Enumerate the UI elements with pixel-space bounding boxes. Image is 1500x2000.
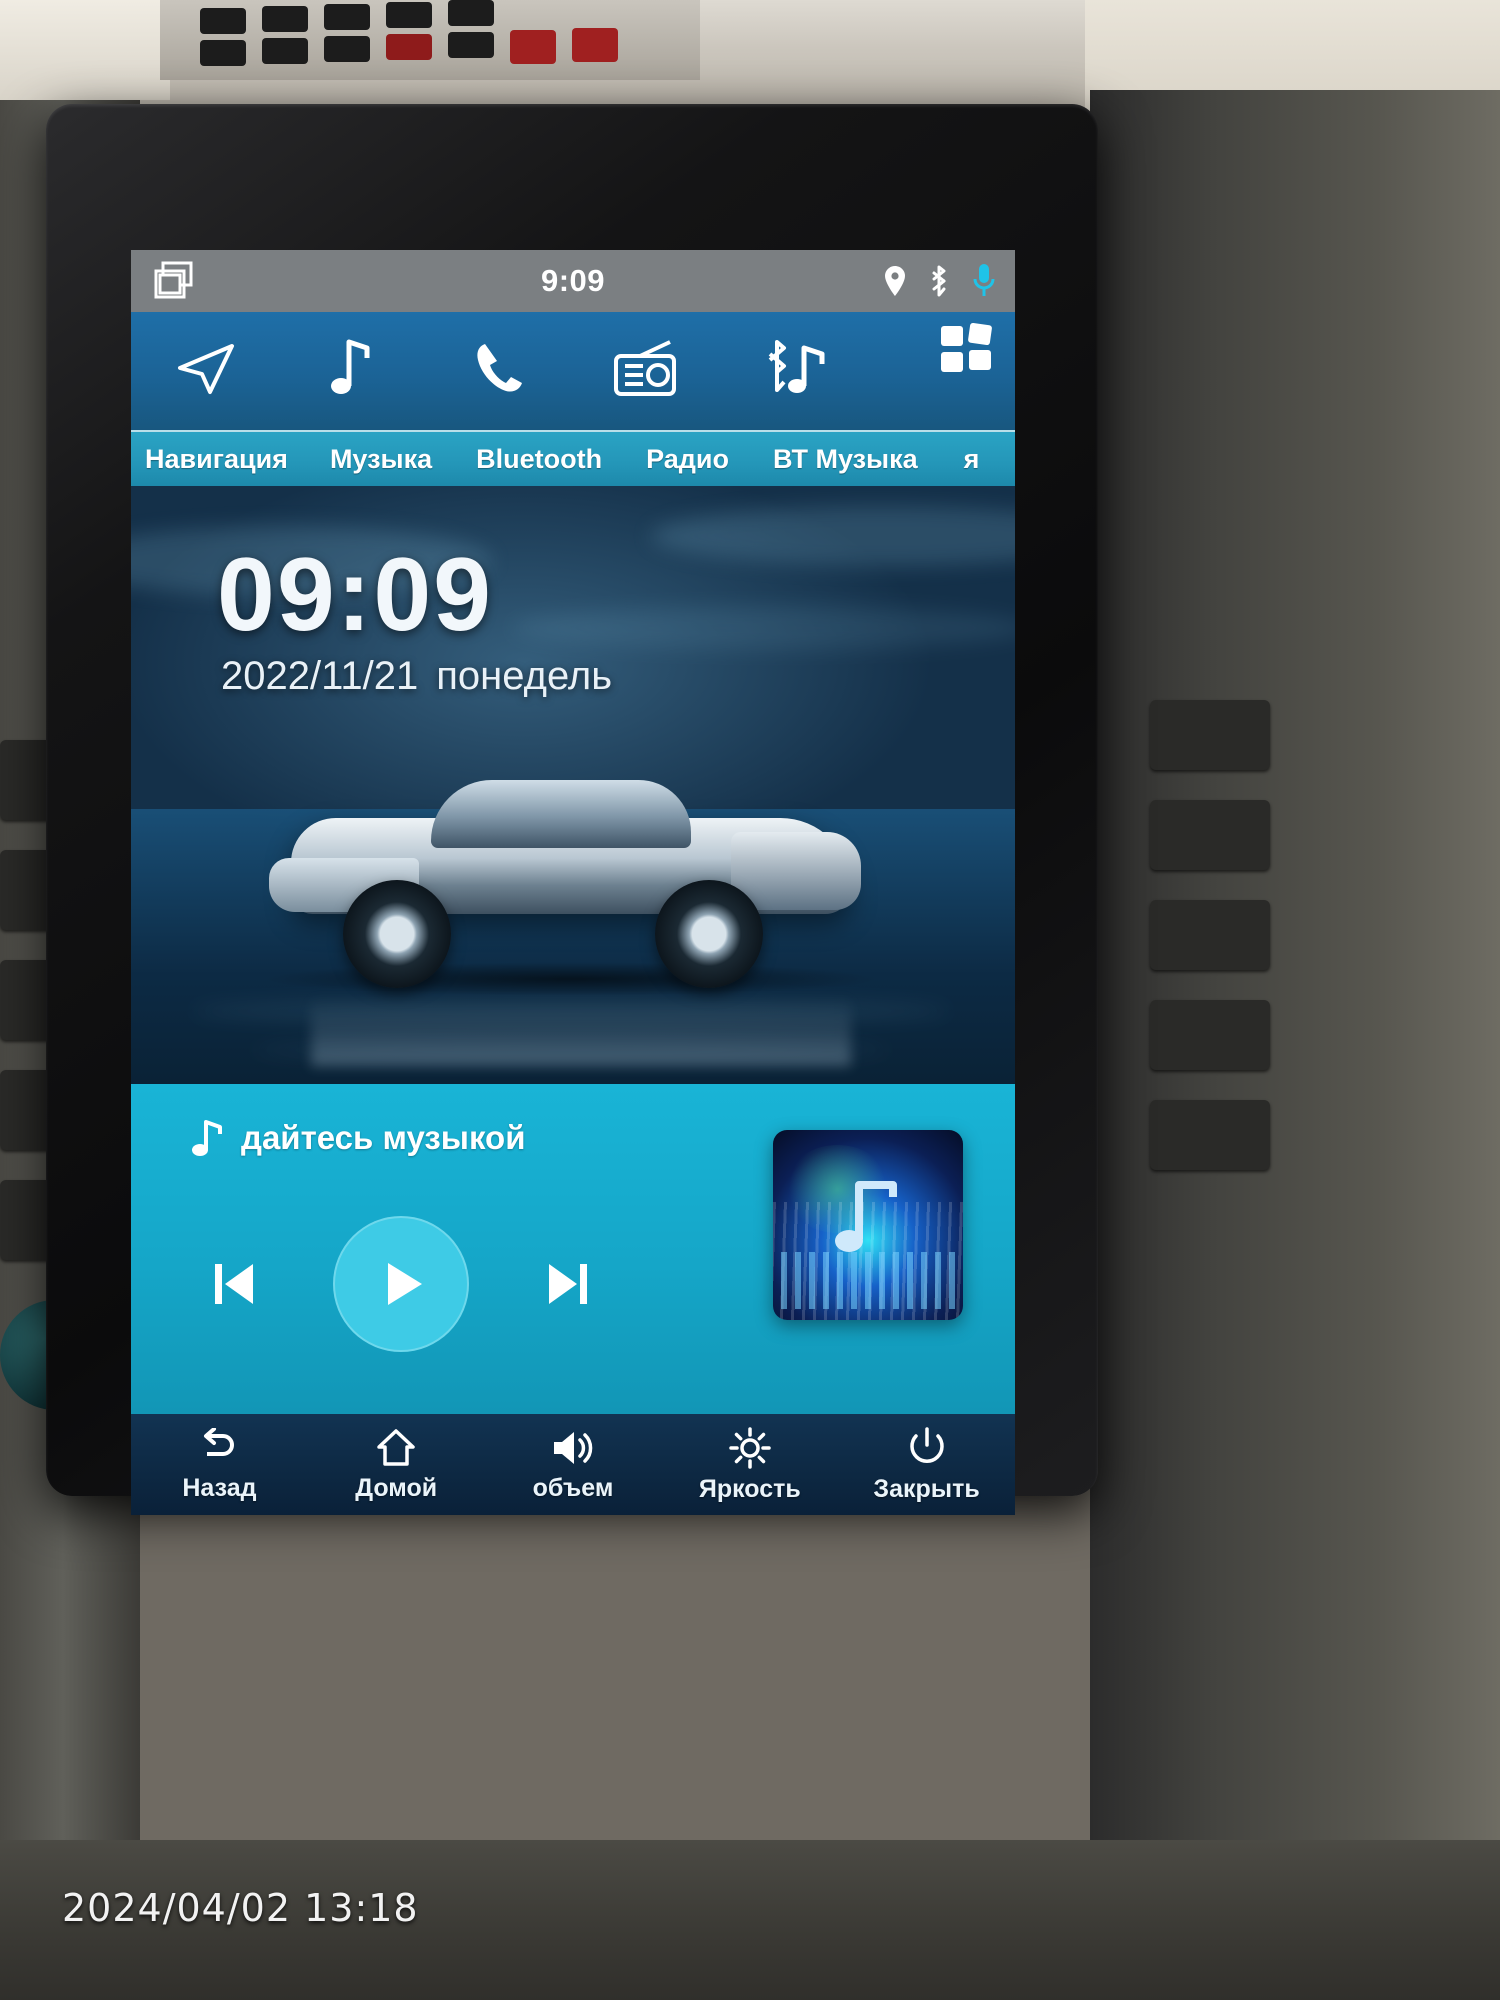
nav-button-back[interactable]: Назад: [131, 1428, 308, 1503]
calculator-key: [200, 8, 246, 34]
tab-label-bar: Навигация Музыка Bluetooth Радио ВТ Музы…: [131, 430, 1015, 486]
calculator-key-red: [510, 30, 556, 64]
app-button-navigation[interactable]: [131, 340, 278, 398]
dash-button: [1150, 900, 1270, 970]
brightness-icon: [728, 1427, 772, 1469]
apps-grid-icon: [937, 322, 997, 378]
music-player-panel: дайтесь музыкой: [131, 1084, 1015, 1414]
volume-icon: [550, 1428, 596, 1468]
wallpaper-streak: [511, 606, 1015, 650]
calculator-key: [448, 32, 494, 58]
navigation-arrow-icon: [172, 340, 238, 398]
phone-handset-icon: [471, 340, 527, 398]
paper-box: [0, 0, 170, 100]
app-button-bluetooth-phone[interactable]: [426, 340, 573, 398]
head-unit-screen: 9:09 Навигация Музыка Bluetooth Радио ВТ…: [131, 250, 1015, 1515]
calculator-key: [200, 40, 246, 66]
dash-button: [1150, 1100, 1270, 1170]
car-reflection: [311, 996, 851, 1066]
tab-bt-music[interactable]: ВТ Музыка: [773, 444, 918, 475]
music-note-icon: [191, 1118, 225, 1158]
calculator-key: [324, 36, 370, 62]
album-art-equalizer: [780, 1251, 956, 1309]
calculator-key: [324, 4, 370, 30]
tab-more[interactable]: я: [964, 444, 980, 475]
calculator-key: [448, 0, 494, 26]
radio-icon: [612, 340, 682, 398]
skip-previous-icon[interactable]: [207, 1256, 261, 1312]
camera-timestamp: 2024/04/02 13:18: [62, 1886, 419, 1930]
calculator-key: [262, 38, 308, 64]
calculator-key: [386, 2, 432, 28]
tab-radio[interactable]: Радио: [646, 444, 729, 475]
app-button-bt-music[interactable]: [720, 336, 867, 398]
album-art[interactable]: [773, 1130, 963, 1320]
nav-label-volume: объем: [532, 1474, 614, 1502]
tab-music[interactable]: Музыка: [330, 444, 432, 475]
location-pin-icon[interactable]: [883, 265, 907, 297]
play-button[interactable]: [333, 1216, 469, 1352]
status-bar: 9:09: [131, 250, 1015, 312]
apps-grid-button[interactable]: [937, 322, 997, 378]
status-bar-icons: [883, 250, 997, 312]
bluetooth-music-icon: [756, 336, 832, 398]
calculator-key-red: [386, 34, 432, 60]
dash-button: [1150, 700, 1270, 770]
wallpaper-clock: 09:09: [217, 537, 493, 653]
dash-button: [1150, 1000, 1270, 1070]
app-button-radio[interactable]: [573, 340, 720, 398]
bottom-nav-bar: Назад Домой объем Яркость Закрыть: [131, 1414, 1015, 1515]
nav-label-home: Домой: [355, 1474, 438, 1502]
nav-button-power[interactable]: Закрыть: [838, 1427, 1015, 1504]
wallpaper-date: 2022/11/21: [221, 654, 419, 698]
head-unit-bezel: 9:09 Навигация Музыка Bluetooth Радио ВТ…: [46, 104, 1098, 1515]
wallpaper-car: [251, 766, 891, 1066]
home-icon: [374, 1428, 418, 1468]
wallpaper-date-row: 2022/11/21 понедель: [221, 654, 612, 699]
player-title-row: дайтесь музыкой: [191, 1118, 525, 1158]
player-title: дайтесь музыкой: [241, 1119, 526, 1156]
calculator-key: [262, 6, 308, 32]
car-wheel-rear: [655, 880, 763, 988]
nav-label-power: Закрыть: [873, 1475, 980, 1503]
app-icon-bar: [131, 312, 1015, 430]
skip-next-icon[interactable]: [541, 1256, 595, 1312]
nav-button-home[interactable]: Домой: [308, 1428, 485, 1503]
nav-button-volume[interactable]: объем: [485, 1428, 662, 1503]
app-button-music[interactable]: [278, 336, 425, 398]
nav-button-brightness[interactable]: Яркость: [661, 1427, 838, 1504]
wallpaper-day-of-week: понедель: [436, 654, 613, 698]
bluetooth-icon[interactable]: [927, 264, 951, 298]
nav-label-back: Назад: [182, 1474, 257, 1502]
nav-label-brightness: Яркость: [698, 1475, 801, 1503]
tab-bluetooth[interactable]: Bluetooth: [476, 444, 602, 475]
wallpaper-area[interactable]: 09:09 2022/11/21 понедель: [131, 486, 1015, 1084]
car-wheel-front: [343, 880, 451, 988]
music-note-icon: [327, 336, 377, 398]
back-arrow-icon: [197, 1428, 241, 1468]
car-cabin: [431, 780, 691, 848]
dash-button: [1150, 800, 1270, 870]
tab-navigation[interactable]: Навигация: [145, 444, 288, 475]
microphone-icon[interactable]: [971, 263, 997, 299]
app-icon-list: [131, 336, 1015, 406]
player-controls: [171, 1204, 631, 1364]
calculator-key-red: [572, 28, 618, 62]
power-icon: [906, 1427, 948, 1469]
play-icon: [370, 1253, 432, 1315]
car-tail: [731, 832, 861, 910]
album-art-music-note: [829, 1175, 907, 1259]
